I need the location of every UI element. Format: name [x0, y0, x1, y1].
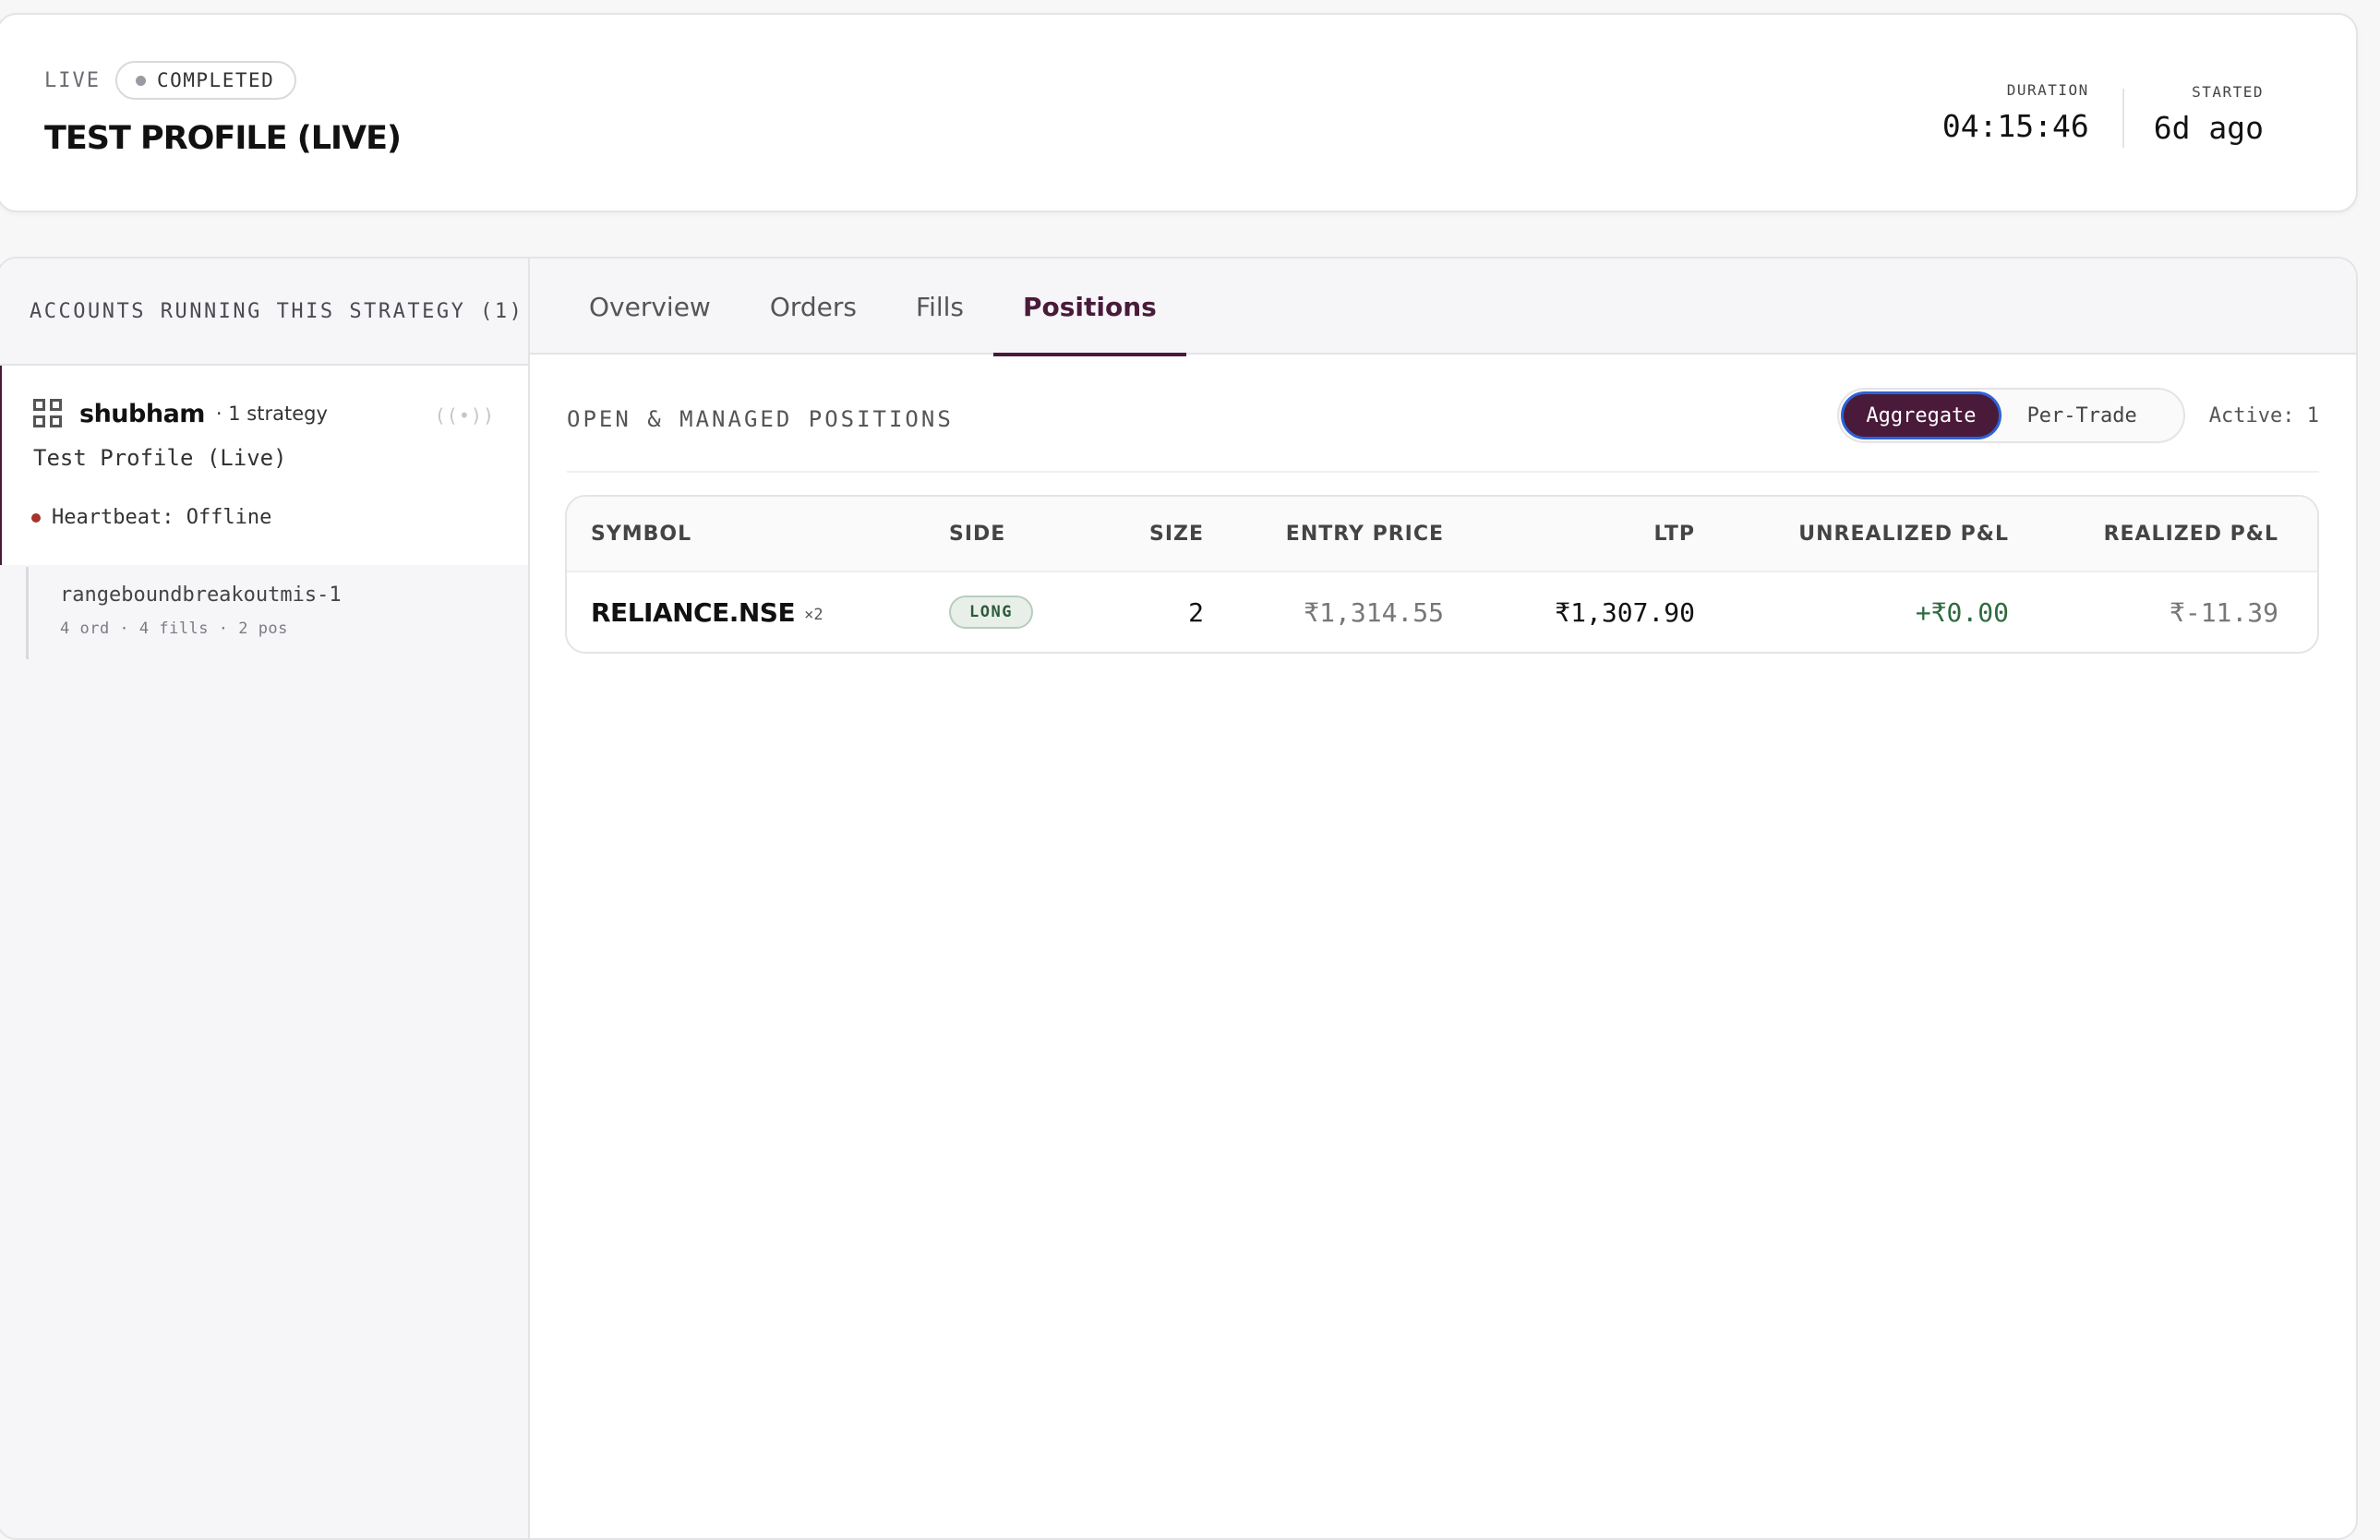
side-cell: LONG [949, 572, 1033, 652]
tab-positions[interactable]: Positions [993, 259, 1186, 356]
status-badge: COMPLETED [114, 61, 297, 100]
positions-section-header: OPEN & MANAGED POSITIONS Aggregate Per-T… [567, 388, 2319, 473]
status-badge-label: COMPLETED [156, 69, 275, 91]
column-header-entry-price: ENTRY PRICE [1285, 522, 1444, 546]
account-strategy-count: · 1 strategy [215, 403, 328, 425]
content-area: Overview Orders Fills Positions OPEN & M… [530, 259, 2356, 1538]
started-value: 6d ago [2153, 110, 2264, 146]
strategy-header-card: LIVE COMPLETED TEST PROFILE (LIVE) DURAT… [0, 13, 2358, 212]
heartbeat-status: Heartbeat: Offline [31, 506, 528, 529]
account-card[interactable]: shubham · 1 strategy ((•)) Test Profile … [0, 366, 528, 565]
accounts-sidebar: ACCOUNTS RUNNING THIS STRATEGY (1) shubh… [0, 259, 530, 1538]
table-header: SYMBOL SIDE SIZE ENTRY PRICE LTP UNREALI… [567, 497, 2317, 572]
section-controls: Aggregate Per-Trade Active: 1 [1837, 388, 2319, 443]
duration-label: DURATION [2006, 81, 2089, 99]
side-badge: LONG [949, 596, 1033, 629]
started-label: STARTED [2192, 83, 2264, 101]
view-toggle: Aggregate Per-Trade [1837, 388, 2185, 443]
symbol-cell: RELIANCE.NSE ×2 [591, 572, 823, 652]
table-row[interactable]: RELIANCE.NSE ×2 LONG 2 ₹1,314.55 ₹1,307.… [567, 572, 2317, 652]
heartbeat-text: Heartbeat: Offline [52, 506, 272, 529]
tab-overview[interactable]: Overview [559, 259, 740, 355]
per-trade-toggle-button[interactable]: Per-Trade [2001, 391, 2159, 439]
realized-pnl-cell: ₹-11.39 [2169, 596, 2278, 628]
symbol-multiplier: ×2 [804, 606, 823, 624]
offline-dot-icon [31, 512, 41, 523]
mode-label: LIVE [44, 68, 101, 92]
strategy-name: rangeboundbreakoutmis-1 [60, 584, 342, 607]
main-panel: ACCOUNTS RUNNING THIS STRATEGY (1) shubh… [0, 257, 2358, 1540]
tab-bar: Overview Orders Fills Positions [530, 259, 2356, 356]
ltp-cell: ₹1,307.90 [1555, 596, 1695, 628]
page-title: TEST PROFILE (LIVE) [44, 120, 402, 157]
tab-fills[interactable]: Fills [886, 259, 993, 355]
column-header-side: SIDE [949, 522, 1006, 546]
account-profile-name: Test Profile (Live) [33, 445, 287, 471]
tab-orders[interactable]: Orders [740, 259, 886, 355]
symbol-name: RELIANCE.NSE [591, 596, 796, 628]
size-cell: 2 [1188, 596, 1204, 628]
unrealized-pnl-cell: +₹0.00 [1915, 596, 2009, 628]
grid-icon [33, 399, 63, 428]
strategy-stats: 4 ord · 4 fills · 2 pos [60, 620, 288, 638]
section-title: OPEN & MANAGED POSITIONS [567, 406, 954, 432]
aggregate-toggle-button[interactable]: Aggregate [1841, 391, 2001, 439]
strategy-list-item[interactable]: rangeboundbreakoutmis-1 4 ord · 4 fills … [26, 567, 528, 659]
column-header-symbol: SYMBOL [591, 522, 692, 546]
sidebar-title: ACCOUNTS RUNNING THIS STRATEGY (1) [0, 259, 528, 366]
status-dot-icon [135, 75, 146, 86]
account-name: shubham [79, 399, 205, 428]
duration-metric: DURATION 04:15:46 [1942, 81, 2122, 144]
status-row: LIVE COMPLETED [44, 61, 401, 100]
positions-table: SYMBOL SIDE SIZE ENTRY PRICE LTP UNREALI… [565, 495, 2319, 654]
header-left: LIVE COMPLETED TEST PROFILE (LIVE) [44, 61, 402, 157]
column-header-ltp: LTP [1653, 522, 1695, 546]
broadcast-icon: ((•)) [434, 404, 495, 427]
started-metric: STARTED 6d ago [2124, 83, 2264, 146]
duration-value: 04:15:46 [1941, 108, 2089, 144]
column-header-realized-pnl: REALIZED P&L [2103, 522, 2278, 546]
entry-price-cell: ₹1,314.55 [1304, 596, 1444, 628]
active-count: Active: 1 [2208, 403, 2319, 427]
column-header-size: SIZE [1148, 522, 1204, 546]
header-metrics: DURATION 04:15:46 STARTED 6d ago [1942, 81, 2264, 148]
column-header-unrealized-pnl: UNREALIZED P&L [1798, 522, 2009, 546]
